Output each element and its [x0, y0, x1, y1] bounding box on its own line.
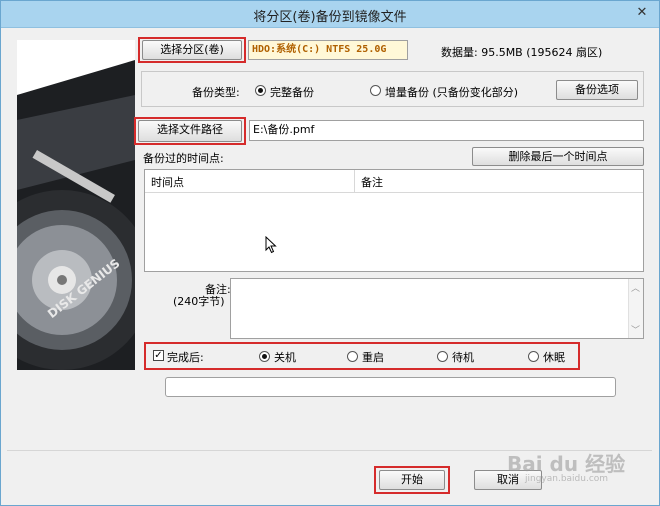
incremental-backup-label[interactable]: 增量备份 (只备份变化部分) [385, 84, 518, 100]
hibernate-radio[interactable] [528, 351, 539, 362]
highlight-start-button [374, 466, 450, 494]
timepoints-label: 备份过的时间点: [143, 152, 224, 165]
delete-last-timepoint-button[interactable]: 删除最后一个时间点 [472, 147, 644, 166]
window-title: 将分区(卷)备份到镜像文件 [253, 10, 407, 25]
highlight-select-partition [138, 37, 246, 63]
full-backup-radio[interactable] [255, 85, 266, 96]
standby-label[interactable]: 待机 [452, 349, 474, 365]
selected-partition-field: HDO:系统(C:) NTFS 25.0G [248, 40, 408, 60]
note-size-label: (240字节) [173, 295, 225, 308]
data-amount-label: 数据量: 95.5MB (195624 扇区) [441, 46, 603, 59]
close-icon[interactable]: ✕ [631, 4, 653, 22]
backup-dialog-window: 将分区(卷)备份到镜像文件 ✕ DISK GENIUS 选择分区(卷) HDO:… [0, 0, 660, 506]
note-textarea[interactable]: ︿ ﹀ [230, 278, 644, 339]
restart-label[interactable]: 重启 [362, 349, 384, 365]
dialog-client-area: DISK GENIUS 选择分区(卷) HDO:系统(C:) NTFS 25.0… [7, 30, 652, 498]
table-header: 时间点 备注 [145, 170, 643, 193]
highlight-select-file-path [134, 117, 246, 145]
timepoints-table[interactable]: 时间点 备注 [144, 169, 644, 272]
note-scrollbar[interactable]: ︿ ﹀ [628, 279, 643, 338]
baidu-watermark-url: jingyan.baidu.com [525, 474, 609, 484]
full-backup-label[interactable]: 完整备份 [270, 84, 314, 100]
progress-bar [165, 377, 616, 397]
mouse-cursor-icon [265, 236, 277, 254]
scroll-up-icon[interactable]: ︿ [631, 281, 640, 294]
backup-options-button[interactable]: 备份选项 [556, 80, 638, 100]
hibernate-label[interactable]: 休眠 [543, 349, 565, 365]
file-path-field[interactable]: E:\备份.pmf [249, 120, 644, 141]
scroll-down-icon[interactable]: ﹀ [631, 323, 640, 336]
shutdown-label[interactable]: 关机 [274, 349, 296, 365]
title-bar: 将分区(卷)备份到镜像文件 ✕ [1, 1, 659, 28]
incremental-backup-radio[interactable] [370, 85, 381, 96]
column-header-timepoint[interactable]: 时间点 [151, 174, 351, 190]
shutdown-radio[interactable] [259, 351, 270, 362]
restart-radio[interactable] [347, 351, 358, 362]
after-complete-checkbox[interactable]: ✓ [153, 350, 164, 361]
after-complete-label[interactable]: 完成后: [167, 349, 204, 365]
standby-radio[interactable] [437, 351, 448, 362]
column-header-note[interactable]: 备注 [361, 174, 561, 190]
backup-type-label: 备份类型: [192, 86, 240, 99]
baidu-watermark: Bai du 经验 [507, 452, 626, 476]
disk-genius-hdd-image: DISK GENIUS [17, 40, 135, 370]
